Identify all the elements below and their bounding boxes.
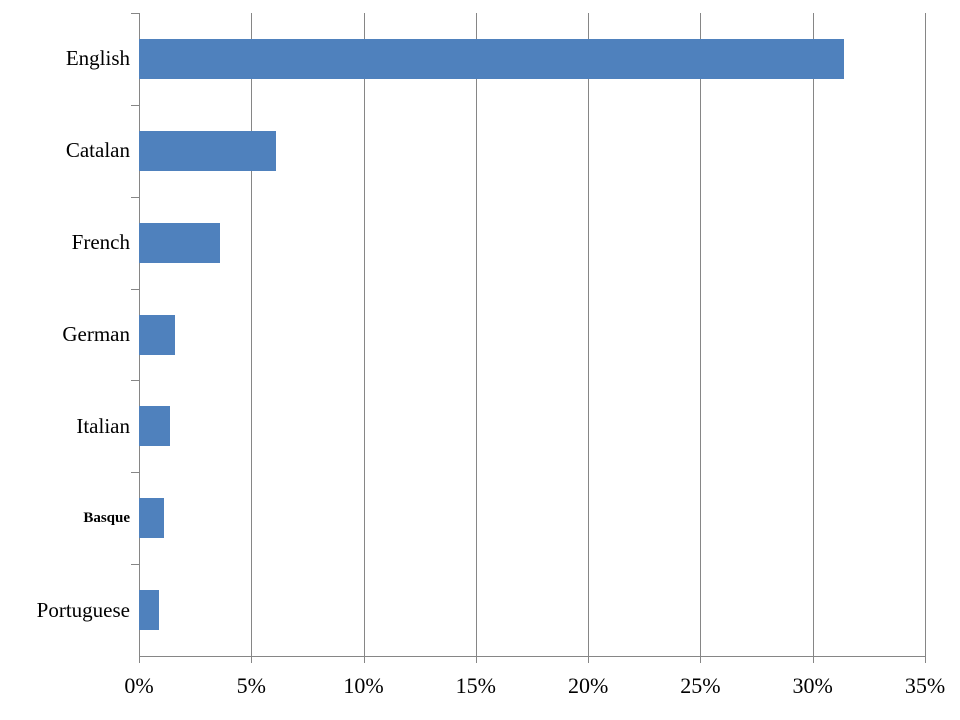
x-axis-tick-label: 30%	[792, 673, 833, 698]
value-axis: 0% 5% 10% 15% 20% 25% 30% 35%	[0, 0, 960, 720]
x-axis-tick-label: 15%	[455, 673, 496, 698]
x-axis-tick-label: 5%	[236, 673, 266, 698]
x-axis-tick-label: 0%	[124, 673, 154, 698]
x-axis-tick-label: 35%	[904, 673, 946, 698]
x-axis-tick-label: 20%	[567, 673, 609, 698]
x-axis-tick-label: 10%	[343, 673, 384, 698]
x-axis-tick-label: 25%	[680, 673, 721, 698]
bar-chart: English Catalan French German Italian Basque P…	[0, 0, 960, 720]
